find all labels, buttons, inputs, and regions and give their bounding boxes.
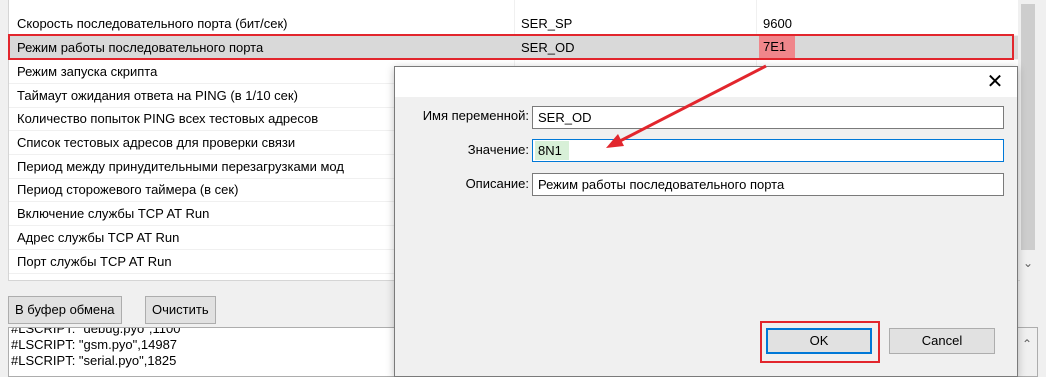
row-value: 9600 <box>763 16 792 31</box>
row-var: SER_SP <box>521 16 573 31</box>
row-name: Режим запуска скрипта <box>17 64 158 79</box>
row-name: Включение службы TCP AT Run <box>17 206 210 221</box>
edit-variable-dialog: ✕ Имя переменной: SER_OD Значение: 8N1 О… <box>394 66 1018 377</box>
row-var: SER_OD <box>521 40 575 55</box>
row-name: Адрес службы TCP AT Run <box>17 230 180 245</box>
annotation-ok-highlight <box>760 321 880 363</box>
table-row-selected[interactable]: Режим работы последовательного порта SER… <box>9 36 1019 60</box>
row-name: Скорость последовательного порта (бит/се… <box>17 16 288 31</box>
description-field[interactable]: Режим работы последовательного порта <box>532 173 1004 196</box>
scrollbar-thumb[interactable] <box>1021 4 1035 250</box>
row-name: Список тестовых адресов для проверки свя… <box>17 135 296 150</box>
copy-to-clipboard-button[interactable]: В буфер обмена <box>8 296 122 324</box>
scroll-down-icon[interactable]: ⌄ <box>1018 256 1038 270</box>
table-scrollbar[interactable]: ⌄ <box>1018 0 1038 280</box>
value-field[interactable]: 8N1 <box>532 139 1004 162</box>
row-name: Порт службы TCP AT Run <box>17 254 172 269</box>
table-row[interactable]: Скорость последовательного порта (бит/се… <box>9 12 1019 36</box>
close-icon[interactable]: ✕ <box>983 69 1007 95</box>
log-line: #LSCRIPT: "serial.pyo",1825 <box>11 353 177 368</box>
log-scrollbar[interactable]: ⌃ <box>1017 328 1037 376</box>
log-line: #LSCRIPT: "gsm.pyo",14987 <box>11 337 178 352</box>
value-text: 8N1 <box>538 143 562 158</box>
row-name: Таймаут ожидания ответа на PING (в 1/10 … <box>17 88 298 103</box>
scroll-up-icon[interactable]: ⌃ <box>1017 336 1037 352</box>
variable-name-field[interactable]: SER_OD <box>532 106 1004 129</box>
clear-button[interactable]: Очистить <box>145 296 216 324</box>
variable-name-label: Имя переменной: <box>422 108 529 123</box>
log-line: #LSCRIPT: "debug.pyo",1100 <box>11 327 181 336</box>
row-name: Период между принудительными перезагрузк… <box>17 159 344 174</box>
selected-value-cell[interactable]: 7E1 <box>759 36 795 58</box>
dialog-titlebar: ✕ <box>395 67 1017 97</box>
row-name: Количество попыток PING всех тестовых ад… <box>17 111 319 126</box>
row-name: Период сторожевого таймера (в сек) <box>17 182 239 197</box>
cancel-button[interactable]: Cancel <box>889 328 995 354</box>
value-label: Значение: <box>467 142 529 157</box>
description-label: Описание: <box>465 176 529 191</box>
row-name: Режим работы последовательного порта <box>17 40 264 55</box>
row-value: 7E1 <box>763 39 787 54</box>
